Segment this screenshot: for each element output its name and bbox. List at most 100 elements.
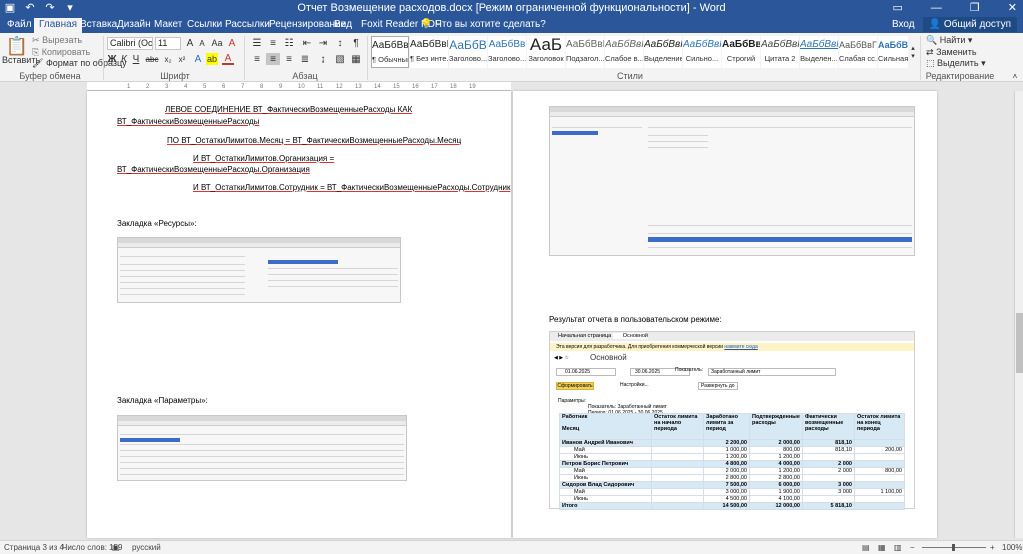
header-cell: Фактически возмещенные расходы [801, 413, 855, 440]
style-preview: АаБбВвГг [683, 39, 721, 50]
multilevel-list-icon[interactable]: ☷ [282, 37, 296, 49]
table-cell [801, 453, 855, 461]
language[interactable]: русский [132, 543, 161, 552]
replace-button[interactable]: ⇄ Заменить [926, 47, 977, 58]
numbering-icon[interactable]: ≡ [266, 37, 280, 49]
style-preview: АаБбВвГг [839, 40, 877, 50]
print-layout-icon[interactable]: ▦ [878, 543, 886, 552]
horizontal-ruler[interactable]: 1 2 3 4 5 6 7 8 9 10 11 12 13 14 15 16 17 18 19 [87, 82, 511, 91]
find-button[interactable]: 🔍 Найти ▾ [926, 35, 972, 46]
header-sub: Месяц [562, 426, 580, 432]
style-intense-emphasis[interactable]: АаБбВвГг Сильно... [683, 36, 721, 68]
ribbon-tabs: Файл Главная Вставка Дизайн Макет Ссылки… [0, 17, 1023, 33]
bullets-icon[interactable]: ☰ [250, 37, 264, 49]
style-heading2[interactable]: АаБбВв Заголово... [488, 36, 526, 68]
font-color-icon[interactable]: A [222, 53, 234, 65]
table-cell: 800,00 [853, 467, 905, 475]
cursor-icon: ⬚ [926, 58, 935, 68]
zoom-slider-thumb[interactable] [952, 544, 955, 551]
date-from-field: 01.06.2025 [556, 368, 616, 376]
style-emphasis[interactable]: АаБбВвГг Выделение [644, 36, 682, 68]
share-button[interactable]: 👤 Общий доступ [922, 17, 1017, 32]
change-case-icon[interactable]: Аа [210, 37, 224, 49]
header-cell: Остаток лимита на начало периода [651, 413, 704, 440]
style-subtitle[interactable]: АаБбВвГ Подзагол... [566, 36, 604, 68]
copy-button[interactable]: ⎘ Копировать [32, 47, 90, 58]
cut-button[interactable]: ✂ Вырезать [32, 35, 82, 46]
table-cell: Июнь [559, 495, 652, 503]
decrease-indent-icon[interactable]: ⇤ [300, 37, 314, 49]
align-right-icon[interactable]: ≡ [282, 53, 296, 65]
subscript-button[interactable]: x₂ [162, 53, 174, 65]
vertical-scrollbar[interactable] [1014, 91, 1023, 538]
style-normal[interactable]: АаБбВвГг, ¶ Обычный [371, 36, 409, 68]
styles-scroll[interactable]: ▴ ▾ [909, 36, 917, 68]
zoom-level[interactable]: 100% [1002, 543, 1022, 552]
report-tab-main: Основной [612, 333, 648, 339]
style-no-spacing[interactable]: АаБбВвГг, ¶ Без инте... [410, 36, 448, 68]
group-row: Иванов Андрей Иванович 2 200,00 2 000,00 81… [559, 439, 905, 447]
strikethrough-button[interactable]: abc [144, 53, 160, 65]
style-subtle-reference[interactable]: АаБбВвГг Слабая сс... [839, 36, 877, 68]
doc-line: ПО ВТ_ОстаткиЛимитов.Месяц = ВТ_Фактичес… [167, 136, 461, 146]
close-button[interactable]: ✕ [1008, 1, 1017, 15]
font-size-combo[interactable]: 11 [155, 37, 181, 50]
proofing-icon[interactable]: ▣ [112, 543, 120, 552]
page-indicator[interactable]: Страница 3 из 4 [4, 543, 64, 552]
superscript-button[interactable]: x² [176, 53, 188, 65]
show-marks-icon[interactable]: ¶ [350, 37, 362, 49]
shrink-font-icon[interactable]: A [196, 37, 208, 49]
line-spacing-icon[interactable]: ↨ [316, 53, 330, 65]
text-effects-icon[interactable]: A [192, 53, 204, 65]
style-intense-reference[interactable]: АаБбВвГг Сильная... [878, 36, 908, 68]
style-strong[interactable]: АаБбВвГг Строгий [722, 36, 760, 68]
borders-icon[interactable]: ▦ [350, 53, 362, 65]
signin-link[interactable]: Вход [892, 17, 915, 32]
tell-me-box[interactable]: 💡 Что вы хотите сделать? [420, 18, 546, 32]
align-left-icon[interactable]: ≡ [250, 53, 264, 65]
zoom-out-icon[interactable]: − [910, 543, 915, 552]
document-page-4[interactable]: Результат отчета в пользовательском режи… [513, 91, 937, 538]
group-row: Петров Борис Петрович 4 800,00 4 000,00 2 0… [559, 460, 905, 468]
ribbon-display-icon[interactable]: ▭ [893, 1, 903, 15]
select-button[interactable]: ⬚ Выделить ▾ [926, 58, 986, 69]
ruler-tick: 5 [203, 84, 207, 90]
clear-format-icon[interactable]: A [226, 37, 238, 49]
thumb-line [120, 264, 245, 265]
grow-font-icon[interactable]: A [184, 37, 196, 49]
web-layout-icon[interactable]: ▥ [894, 543, 902, 552]
table-cell: 4 000,00 [749, 460, 803, 468]
bold-button[interactable]: Ж [107, 53, 117, 65]
tab-file[interactable]: Файл [2, 18, 37, 33]
tab-view[interactable]: Вид [329, 18, 357, 33]
align-center-icon[interactable]: ≡ [266, 53, 280, 65]
restore-button[interactable]: ❐ [970, 1, 980, 15]
style-quote2[interactable]: АаБбВвГг Цитата 2 [761, 36, 799, 68]
thumb-selection [552, 131, 598, 135]
style-intense-quote[interactable]: АаБбВвГг Выделен... [800, 36, 838, 68]
thumb-tabs [118, 421, 406, 426]
italic-button[interactable]: К [119, 53, 129, 65]
increase-indent-icon[interactable]: ⇥ [316, 37, 330, 49]
doc-line: И ВТ_ОстаткиЛимитов.Организация = [193, 154, 334, 164]
underline-button[interactable]: Ч [131, 53, 141, 65]
zoom-in-icon[interactable]: + [990, 543, 995, 552]
highlight-icon[interactable]: ab [206, 53, 218, 65]
minimize-button[interactable]: — [931, 1, 942, 15]
style-subtle-emphasis[interactable]: АаБбВвГг Слабое в... [605, 36, 643, 68]
thumb-line [552, 127, 642, 128]
copy-icon: ⎘ [32, 47, 40, 57]
shading-icon[interactable]: ▧ [334, 53, 346, 65]
style-heading1[interactable]: АаБбВ Заголово... [449, 36, 487, 68]
paste-icon[interactable]: 📋 [4, 35, 30, 57]
justify-icon[interactable]: ≣ [298, 53, 312, 65]
font-name-combo[interactable]: Calibri (Осн [107, 37, 153, 50]
table-cell: 200,00 [853, 446, 905, 454]
sort-icon[interactable]: ↕ [334, 37, 346, 49]
collapse-ribbon-icon[interactable]: ˄ [1010, 71, 1020, 81]
generate-button: Сформировать [556, 382, 594, 390]
style-title[interactable]: АаБ Заголовок [527, 36, 565, 68]
document-page-3[interactable]: ЛЕВОЕ СОЕДИНЕНИЕ ВТ_ФактическиВозмещенны… [87, 91, 511, 538]
read-mode-icon[interactable]: ▤ [862, 543, 870, 552]
scrollbar-thumb[interactable] [1016, 313, 1023, 373]
